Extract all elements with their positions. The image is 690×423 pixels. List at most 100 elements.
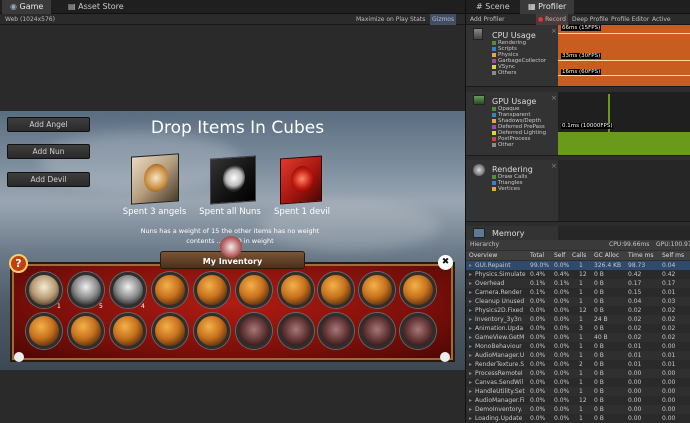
expand-chevron-icon[interactable]: ▸ xyxy=(469,279,472,288)
record-toggle[interactable]: ● Record xyxy=(536,14,568,25)
inventory-slot-locked[interactable] xyxy=(400,313,436,349)
table-row[interactable]: ▸ AudioManager.U 0.0% 0.0% 1 0 B 0.01 0.01 xyxy=(466,351,690,360)
inventory-slot-empty[interactable] xyxy=(26,313,62,349)
expand-chevron-icon[interactable]: ▸ xyxy=(469,315,472,324)
expand-chevron-icon[interactable]: ▸ xyxy=(469,414,472,423)
add-angel-button[interactable]: Add Angel xyxy=(7,117,90,132)
inventory-slot-empty[interactable] xyxy=(110,313,146,349)
deep-profile-toggle[interactable]: Deep Profile xyxy=(572,14,608,25)
expand-chevron-icon[interactable]: ▸ xyxy=(469,351,472,360)
table-row[interactable]: ▸ Cleanup Unused 0.0% 0.0% 1 0 B 0.04 0.03 xyxy=(466,297,690,306)
col-total[interactable]: Total xyxy=(530,251,544,260)
table-row[interactable]: ▸ HandleUtility.Set 0.0% 0.0% 1 0 B 0.00 0.00 xyxy=(466,387,690,396)
inventory-slot-empty[interactable] xyxy=(400,272,436,308)
rendering-legend-item[interactable]: Vertices xyxy=(492,186,520,192)
table-row[interactable]: ▸ ProcessRemoteI 0.0% 0.0% 1 0 B 0.00 0.00 xyxy=(466,369,690,378)
tab-asset-store[interactable]: ▤ Asset Store xyxy=(60,0,132,14)
memory-graph[interactable] xyxy=(558,226,690,240)
table-row[interactable]: ▸ DemoInventory. 0.0% 0.0% 1 0 B 0.00 0.00 xyxy=(466,405,690,414)
rendering-graph[interactable] xyxy=(558,160,690,222)
tab-game[interactable]: ◉ Game xyxy=(2,0,52,14)
add-profiler-dropdown[interactable]: Add Profiler xyxy=(470,14,505,25)
table-row[interactable]: ▸ AudioManager.Fi 0.0% 0.0% 12 0 B 0.00 0.00 xyxy=(466,396,690,405)
gpu-legend-item[interactable]: Other xyxy=(492,142,514,148)
table-row[interactable]: ▸ MonoBehaviour 0.0% 0.0% 1 0 B 0.01 0.00 xyxy=(466,342,690,351)
table-cell: 0.0% xyxy=(554,379,570,386)
inventory-slot-empty[interactable] xyxy=(194,272,230,308)
slot-count: 1 xyxy=(57,303,61,310)
table-cell: DemoInventory. xyxy=(475,406,523,413)
stats-toggle[interactable]: Stats xyxy=(410,14,425,25)
col-self-ms[interactable]: Self ms xyxy=(662,251,684,260)
resolution-dropdown[interactable]: Web (1024x576) xyxy=(5,14,55,25)
add-nun-button[interactable]: Add Nun xyxy=(7,144,90,159)
inventory-slot-empty[interactable] xyxy=(359,272,395,308)
inventory-slot-empty[interactable] xyxy=(194,313,230,349)
expand-chevron-icon[interactable]: ▸ xyxy=(469,360,472,369)
close-icon[interactable]: × xyxy=(551,94,557,102)
expand-chevron-icon[interactable]: ▸ xyxy=(469,324,472,333)
profile-editor-toggle[interactable]: Profile Editor xyxy=(611,14,649,25)
table-row[interactable]: ▸ Inventory_3y3n 0.0% 0.0% 1 24 B 0.02 0.02 xyxy=(466,315,690,324)
expand-chevron-icon[interactable]: ▸ xyxy=(469,342,472,351)
col-gc-alloc[interactable]: GC Alloc xyxy=(594,251,619,260)
expand-chevron-icon[interactable]: ▸ xyxy=(469,288,472,297)
inventory-slot-empty[interactable] xyxy=(152,272,188,308)
expand-chevron-icon[interactable]: ▸ xyxy=(469,297,472,306)
expand-chevron-icon[interactable]: ▸ xyxy=(469,333,472,342)
cpu-graph[interactable]: 66ms (15FPS) 33ms (30FPS) 16ms (60FPS) xyxy=(558,25,690,87)
table-row[interactable]: ▸ Physics.Simulate 0.4% 0.4% 12 0 B 0.42 0.42 xyxy=(466,270,690,279)
inventory-slot-locked[interactable] xyxy=(278,313,314,349)
expand-chevron-icon[interactable]: ▸ xyxy=(469,369,472,378)
col-time-ms[interactable]: Time ms xyxy=(628,251,654,260)
expand-chevron-icon[interactable]: ▸ xyxy=(469,405,472,414)
table-cell: Inventory_3y3n xyxy=(475,316,522,323)
inventory-slot-empty[interactable] xyxy=(236,272,272,308)
table-row[interactable]: ▸ Canvas.SendWil 0.0% 0.0% 1 0 B 0.00 0.00 xyxy=(466,378,690,387)
table-cell: 0.0% xyxy=(554,361,570,368)
table-cell: 0.0% xyxy=(530,361,546,368)
close-icon[interactable]: × xyxy=(551,27,557,35)
maximize-on-play-toggle[interactable]: Maximize on Play xyxy=(356,14,408,25)
angel-cube[interactable] xyxy=(131,153,179,205)
col-self[interactable]: Self xyxy=(554,251,565,260)
cpu-legend-item[interactable]: Others xyxy=(492,70,516,76)
table-cell: 0.1% xyxy=(530,280,546,287)
add-devil-button[interactable]: Add Devil xyxy=(7,172,90,187)
tab-profiler[interactable]: ▦ Profiler xyxy=(520,0,575,14)
expand-chevron-icon[interactable]: ▸ xyxy=(469,261,472,270)
close-icon[interactable]: × xyxy=(551,162,557,170)
col-calls[interactable]: Calls xyxy=(572,251,586,260)
inventory-slot-empty[interactable] xyxy=(278,272,314,308)
devil-cube[interactable] xyxy=(280,155,322,205)
close-icon[interactable]: ✖ xyxy=(438,255,453,270)
col-overview[interactable]: Overview xyxy=(469,251,497,260)
table-row[interactable]: ▸ RenderTexture.S 0.0% 0.0% 2 0 B 0.01 0.01 xyxy=(466,360,690,369)
expand-chevron-icon[interactable]: ▸ xyxy=(469,396,472,405)
gizmos-toggle[interactable]: Gizmos xyxy=(430,14,457,25)
table-row[interactable]: ▸ Loading.Update 0.0% 0.0% 1 0 B 0.00 0.00 xyxy=(466,414,690,423)
tab-scene[interactable]: # Scene xyxy=(468,0,518,14)
swatch xyxy=(492,71,496,75)
gpu-graph[interactable]: 0.1ms (10000FPS) xyxy=(558,92,690,156)
inventory-slot-empty[interactable] xyxy=(318,272,354,308)
help-icon[interactable]: ? xyxy=(9,254,28,273)
inventory-slot-locked[interactable] xyxy=(318,313,354,349)
nun-cube[interactable] xyxy=(210,155,256,205)
inventory-slot-locked[interactable] xyxy=(359,313,395,349)
table-row[interactable]: ▸ Animation.Upda 0.0% 0.0% 3 0 B 0.02 0.02 xyxy=(466,324,690,333)
table-row[interactable]: ▸ GameView.GetM 0.0% 0.0% 1 40 B 0.02 0.02 xyxy=(466,333,690,342)
table-row[interactable]: ▸ GUI.Repaint 99.0% 0.0% 1 326.4 KB 98.73 0.04 xyxy=(466,261,690,270)
table-row[interactable]: ▸ Physics2D.Fixed 0.0% 0.0% 12 0 B 0.02 0.02 xyxy=(466,306,690,315)
expand-chevron-icon[interactable]: ▸ xyxy=(469,270,472,279)
table-row[interactable]: ▸ Camera.Render 0.1% 0.0% 1 0 B 0.15 0.01 xyxy=(466,288,690,297)
inventory-slot-empty[interactable] xyxy=(68,313,104,349)
expand-chevron-icon[interactable]: ▸ xyxy=(469,306,472,315)
expand-chevron-icon[interactable]: ▸ xyxy=(469,378,472,387)
inventory-slot-empty[interactable] xyxy=(152,313,188,349)
inventory-slot-locked[interactable] xyxy=(236,313,272,349)
expand-chevron-icon[interactable]: ▸ xyxy=(469,387,472,396)
legend-label: Vertices xyxy=(498,186,520,192)
table-row[interactable]: ▸ Overhead 0.1% 0.1% 1 0 B 0.17 0.17 xyxy=(466,279,690,288)
hierarchy-dropdown[interactable]: Hierarchy xyxy=(470,240,499,250)
